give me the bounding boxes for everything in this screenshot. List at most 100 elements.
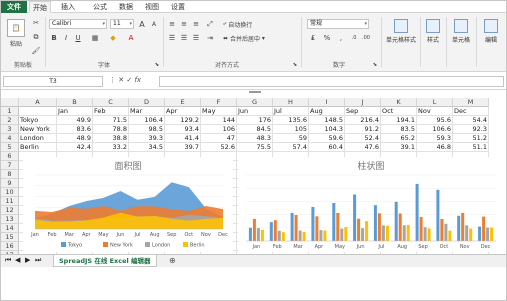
grid-cell[interactable]: London <box>19 134 57 143</box>
grid-cell[interactable]: Dec <box>453 107 489 116</box>
comma-icon[interactable]: , <box>335 33 347 43</box>
nav-first-icon[interactable]: ⏮ <box>5 256 11 265</box>
bar-chart[interactable]: 柱状图 Jan Feb Mar Apr May Jun Jul Aug Sep Oct Nov Dec <box>238 157 504 252</box>
grid-cell[interactable]: 47.6 <box>345 143 381 152</box>
grid-cell[interactable]: 148.5 <box>309 116 345 125</box>
grid-cell[interactable]: 33.2 <box>93 143 129 152</box>
row-header[interactable]: 7 <box>1 161 19 170</box>
row-header[interactable]: 16 <box>1 242 19 251</box>
grid-cell[interactable]: May <box>201 107 237 116</box>
grid-cell[interactable]: 59.3 <box>417 134 453 143</box>
shrink-font-icon[interactable]: A <box>149 19 159 29</box>
grid-cell[interactable]: 135.6 <box>273 116 309 125</box>
grid-cell[interactable]: 39.1 <box>381 143 417 152</box>
column-header[interactable]: M <box>453 98 489 107</box>
grid-cell[interactable]: 51.2 <box>453 134 489 143</box>
tab-formulas[interactable]: 公式 <box>93 1 107 13</box>
grid-cell[interactable]: New York <box>19 125 57 134</box>
grid-cell[interactable]: 84.5 <box>237 125 273 134</box>
decrease-decimal-icon[interactable]: .00 <box>361 33 371 43</box>
align-top-icon[interactable]: ≡ <box>167 19 177 29</box>
grid-cell[interactable]: 34.5 <box>129 143 165 152</box>
cell-styles-button[interactable]: 单元格样式 <box>383 17 419 44</box>
tab-insert[interactable]: 插入 <box>61 1 75 13</box>
bold-button[interactable]: B <box>49 33 59 43</box>
grid-cell[interactable]: 38.8 <box>93 134 129 143</box>
grow-font-icon[interactable]: A <box>137 19 147 29</box>
grid-cell[interactable]: 47 <box>201 134 237 143</box>
grid-cell[interactable]: Apr <box>165 107 201 116</box>
grid-cell[interactable]: Feb <box>93 107 129 116</box>
grid-cell[interactable]: 95.6 <box>417 116 453 125</box>
format-painter-icon[interactable]: 🖌 <box>31 46 41 56</box>
column-header[interactable]: H <box>273 98 309 107</box>
grid-cell[interactable]: Sep <box>345 107 381 116</box>
column-header[interactable]: A <box>19 98 57 107</box>
area-chart[interactable]: 面积图 Jan Feb Mar Apr May Jun Jul Aug Sep Oct Nov Dec… <box>23 157 233 252</box>
column-header[interactable]: B <box>57 98 93 107</box>
grid-cell[interactable]: Jan <box>57 107 93 116</box>
grid-cell[interactable]: 106.6 <box>417 125 453 134</box>
column-header[interactable]: D <box>129 98 165 107</box>
row-header[interactable]: 3 <box>1 125 19 134</box>
row-header[interactable]: 8 <box>1 170 19 179</box>
grid-cell[interactable]: 48.3 <box>237 134 273 143</box>
tab-view[interactable]: 视图 <box>145 1 159 13</box>
font-size-select[interactable]: 11 ▾ <box>110 19 134 29</box>
align-left-icon[interactable]: ☰ <box>167 33 177 43</box>
grid-cell[interactable]: 42.4 <box>57 143 93 152</box>
fx-icon[interactable]: fx <box>134 76 141 84</box>
wrap-text-button[interactable]: ⤶ 自动换行 <box>223 19 271 29</box>
nav-last-icon[interactable]: ⏭ <box>35 256 41 265</box>
column-header[interactable]: K <box>381 98 417 107</box>
grid-cell[interactable]: 106.4 <box>129 116 165 125</box>
orientation-icon[interactable]: ⤢ <box>205 19 215 29</box>
indent-icon[interactable]: ⇥ <box>205 33 215 43</box>
grid-cell[interactable]: Jun <box>237 107 273 116</box>
grid-cell[interactable]: Aug <box>309 107 345 116</box>
font-color-icon[interactable]: A <box>125 33 137 43</box>
row-header[interactable]: 12 <box>1 206 19 215</box>
row-header[interactable]: 11 <box>1 197 19 206</box>
grid-cell[interactable]: 41.4 <box>165 134 201 143</box>
align-middle-icon[interactable]: ≡ <box>179 19 189 29</box>
grid-cell[interactable]: 144 <box>201 116 237 125</box>
row-header[interactable]: 2 <box>1 116 19 125</box>
grid-cell[interactable] <box>19 107 57 116</box>
grid-cell[interactable]: 39.7 <box>165 143 201 152</box>
fill-color-icon[interactable]: ◆ <box>107 33 119 43</box>
column-header[interactable]: F <box>201 98 237 107</box>
align-right-icon[interactable]: ☰ <box>191 33 201 43</box>
underline-button[interactable]: U <box>73 33 83 43</box>
grid-cell[interactable]: 75.5 <box>237 143 273 152</box>
paste-icon[interactable]: 📋 <box>7 19 25 37</box>
row-header[interactable]: 14 <box>1 224 19 233</box>
align-bottom-icon[interactable]: ≡ <box>191 19 201 29</box>
grid-cell[interactable]: 91.2 <box>345 125 381 134</box>
tab-settings[interactable]: 设置 <box>171 1 185 13</box>
increase-decimal-icon[interactable]: .0 <box>349 33 359 43</box>
grid-cell[interactable]: 59 <box>273 134 309 143</box>
row-header[interactable]: 1 <box>1 107 19 116</box>
column-header[interactable]: J <box>345 98 381 107</box>
row-header[interactable]: 13 <box>1 215 19 224</box>
grid-cell[interactable]: 52.6 <box>201 143 237 152</box>
column-header[interactable]: G <box>237 98 273 107</box>
grid-cell[interactable]: 216.4 <box>345 116 381 125</box>
dialog-launcher-icon[interactable]: ⬊ <box>153 61 161 69</box>
enter-icon[interactable]: ✓ <box>126 76 132 84</box>
borders-icon[interactable]: ▦ <box>89 33 101 43</box>
nav-next-icon[interactable]: ▶ <box>25 256 30 264</box>
cut-icon[interactable]: ✂ <box>31 18 41 28</box>
grid-cell[interactable]: 59.6 <box>309 134 345 143</box>
grid-cell[interactable]: 60.4 <box>309 143 345 152</box>
tab-data[interactable]: 数据 <box>119 1 133 13</box>
name-box[interactable]: T3 <box>3 76 103 87</box>
grid-cell[interactable]: 52.4 <box>345 134 381 143</box>
grid-cell[interactable]: 92.3 <box>453 125 489 134</box>
grid-cell[interactable]: 51.1 <box>453 143 489 152</box>
column-header[interactable]: C <box>93 98 129 107</box>
row-header[interactable]: 9 <box>1 179 19 188</box>
copy-icon[interactable]: ⧉ <box>31 32 41 42</box>
tab-home[interactable]: 开始 <box>29 1 51 13</box>
